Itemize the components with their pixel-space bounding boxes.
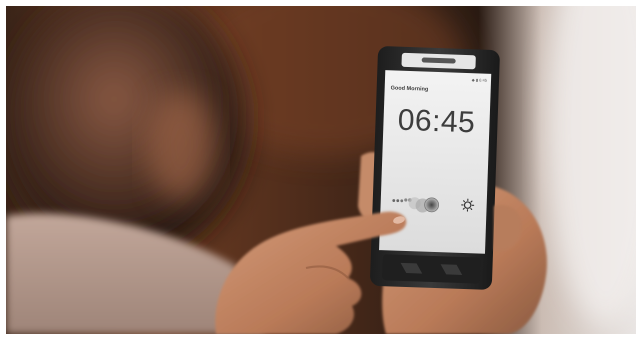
smartphone: ◆ ▮ 6:45 Good Morning 06:45 (370, 46, 500, 290)
status-bar: ◆ ▮ 6:45 (472, 77, 488, 83)
photo-scene: ◆ ▮ 6:45 Good Morning 06:45 (6, 6, 636, 334)
swipe-knob-icon[interactable] (424, 197, 440, 213)
phone-bottom-bezel (382, 254, 481, 284)
alarm-time[interactable]: 06:45 (397, 104, 476, 140)
photo-frame: ◆ ▮ 6:45 Good Morning 06:45 (6, 6, 636, 334)
person-ear (146, 91, 216, 201)
